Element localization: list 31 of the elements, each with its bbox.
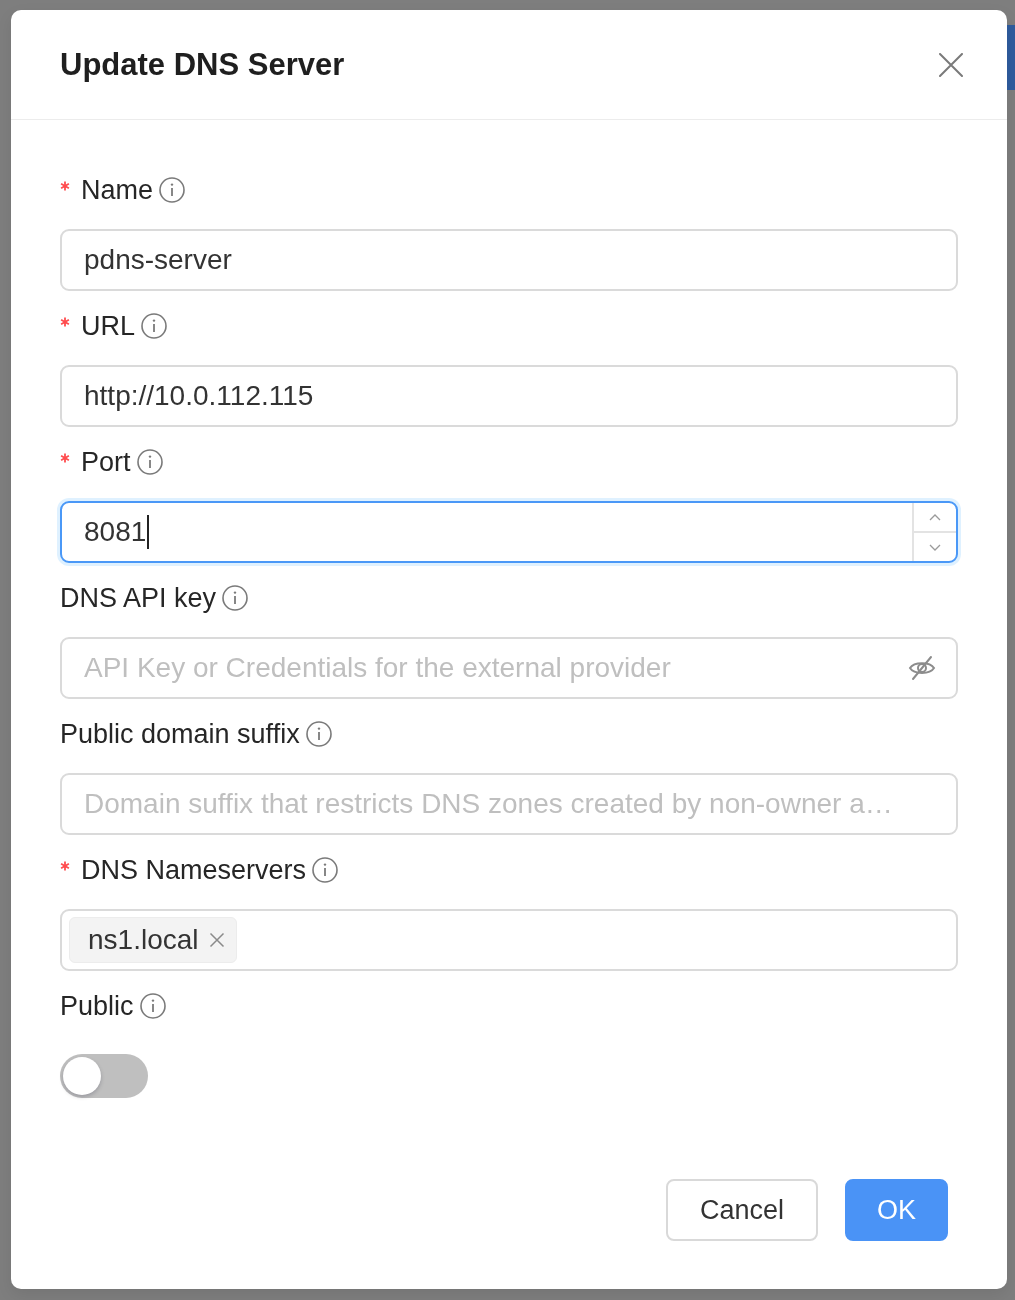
password-input[interactable]: API Key or Credentials for the external provider: [60, 637, 958, 699]
field-label: Public: [60, 990, 134, 1022]
chevron-down-icon[interactable]: [929, 543, 941, 551]
dialog-title: Update DNS Server: [60, 46, 345, 83]
field-label: Public domain suffix: [60, 718, 300, 750]
text-input[interactable]: Domain suffix that restricts DNS zones created by non-owner a…: [60, 773, 958, 835]
text-cursor: [147, 515, 150, 549]
info-icon: [139, 993, 166, 1019]
field-label: URL: [81, 310, 135, 342]
toggle-switch[interactable]: [60, 1054, 148, 1098]
default-button[interactable]: Cancel: [665, 1179, 818, 1241]
field-label: Name: [81, 174, 154, 206]
close-icon[interactable]: [208, 932, 225, 948]
field-label: DNS API key: [60, 582, 217, 614]
chevron-up-icon[interactable]: [929, 513, 941, 521]
info-icon: [141, 313, 167, 339]
info-icon: [222, 585, 249, 611]
info-icon: [312, 857, 339, 883]
tag-label: ns1.local: [88, 924, 199, 956]
close-icon[interactable]: [939, 52, 963, 77]
background-strip: [1007, 25, 1015, 90]
eye-slash-icon[interactable]: [908, 655, 936, 681]
info-icon: [305, 721, 332, 747]
text-input[interactable]: http://10.0.112.115: [60, 365, 958, 427]
number-input[interactable]: 8081: [60, 501, 958, 563]
tags-input[interactable]: ns1.local: [60, 909, 958, 971]
info-icon: [159, 177, 186, 203]
field-label: Port: [81, 446, 131, 478]
text-input[interactable]: pdns-server: [60, 229, 958, 291]
field-label: DNS Nameservers: [81, 854, 307, 886]
info-icon: [136, 449, 163, 475]
